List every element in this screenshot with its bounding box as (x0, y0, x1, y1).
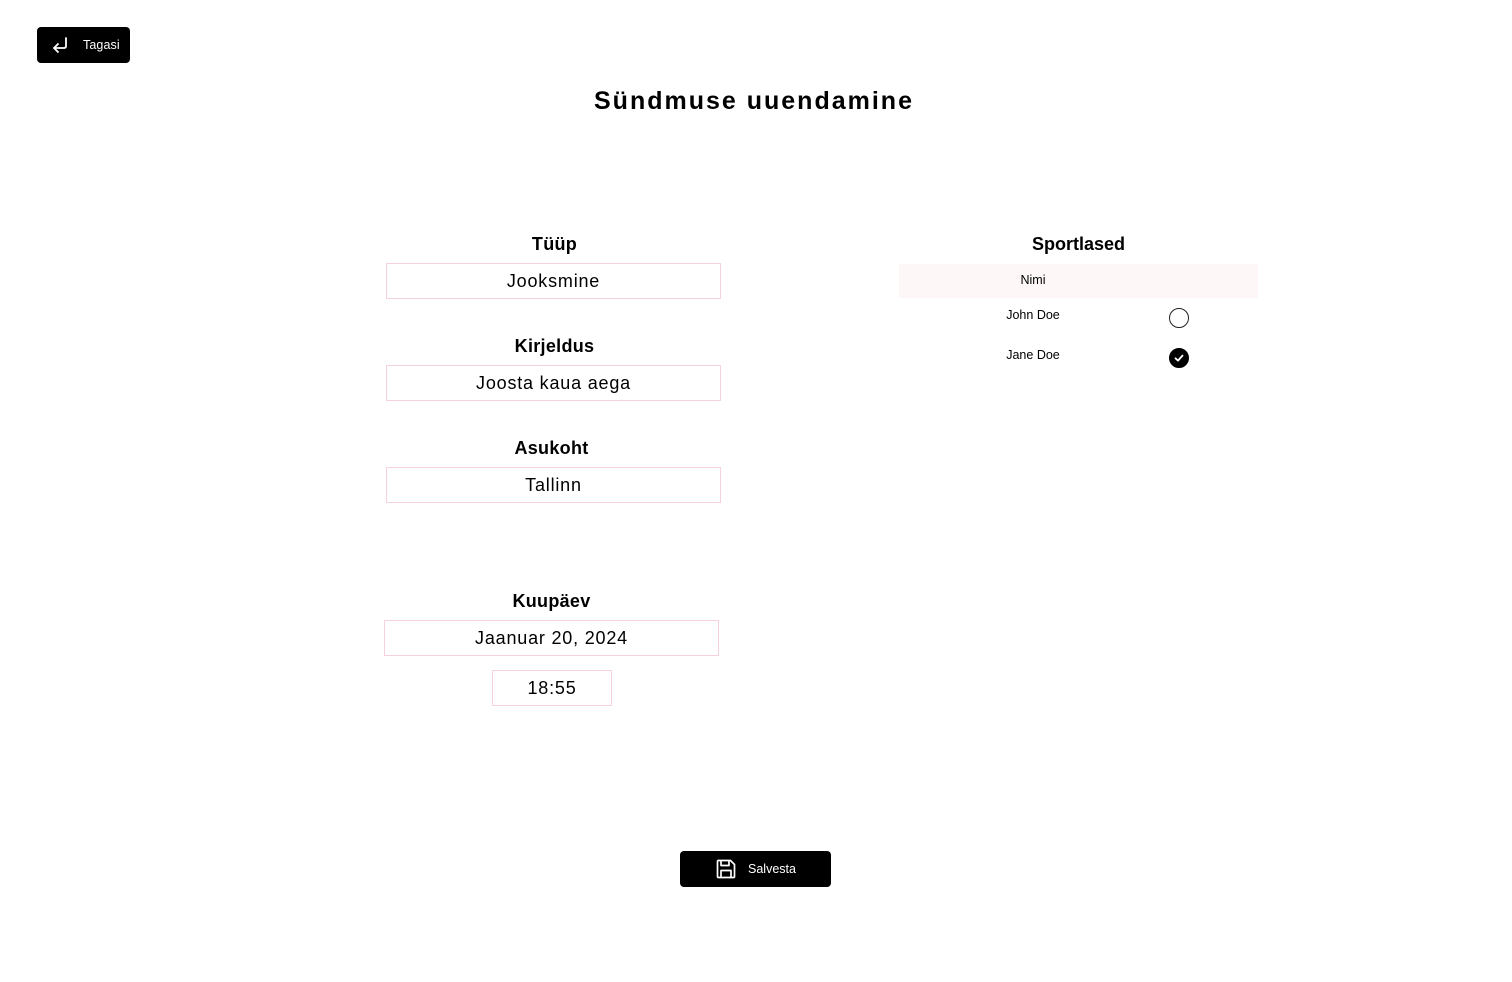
location-input[interactable] (386, 467, 721, 503)
time-input[interactable] (492, 670, 612, 706)
column-header-name: Nimi (1020, 273, 1046, 287)
checkmark-icon (1174, 354, 1184, 362)
table-row: Jane Doe (899, 339, 1258, 375)
athlete-select-radio[interactable] (1169, 348, 1189, 368)
description-label: Kirjeldus (514, 336, 595, 356)
page-title: Sündmuse uuendamine (594, 87, 914, 115)
description-input[interactable] (386, 365, 721, 401)
return-arrow-icon (50, 35, 70, 55)
event-update-page: Tagasi Sündmuse uuendamine Tüüp Kirjeldu… (0, 0, 1512, 982)
table-row: John Doe (899, 299, 1258, 335)
athlete-name: John Doe (1006, 308, 1060, 322)
floppy-disk-icon (715, 858, 737, 880)
save-button-label: Salvesta (748, 862, 796, 876)
location-label: Asukoht (514, 438, 589, 458)
athletes-table-header: Nimi (899, 264, 1258, 298)
type-label: Tüüp (531, 234, 578, 254)
athlete-name: Jane Doe (1006, 348, 1060, 362)
type-input[interactable] (386, 263, 721, 299)
date-input[interactable] (384, 620, 719, 656)
save-button[interactable]: Salvesta (680, 851, 831, 887)
back-button[interactable]: Tagasi (37, 27, 130, 63)
date-label: Kuupäev (512, 591, 591, 611)
athletes-title: Sportlased (1031, 234, 1126, 254)
back-button-label: Tagasi (83, 38, 120, 52)
athlete-select-radio[interactable] (1169, 308, 1189, 328)
